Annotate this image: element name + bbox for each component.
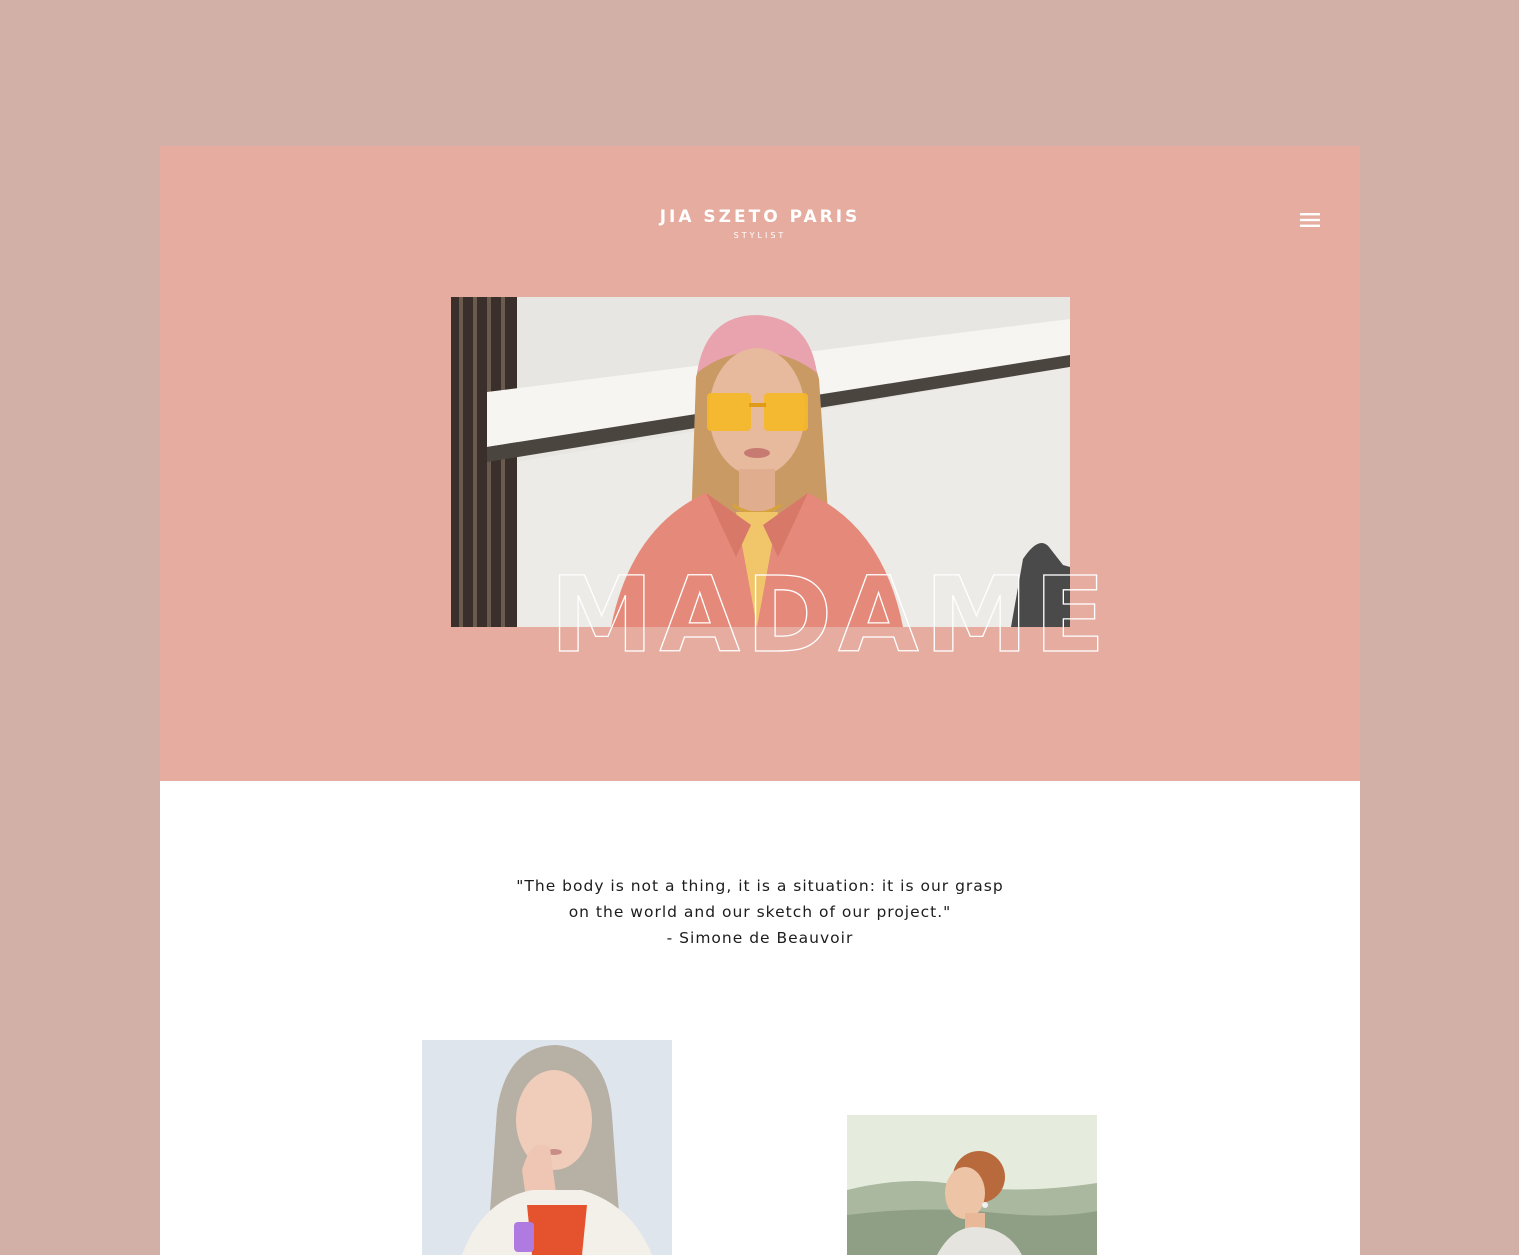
brand-tagline: STYLIST	[733, 231, 787, 240]
hamburger-menu-icon	[1300, 213, 1320, 227]
quote-attribution: - Simone de Beauvoir	[666, 929, 854, 947]
site-logo[interactable]: JIA SZETO PARIS STYLIST	[160, 206, 1360, 242]
menu-button[interactable]	[1298, 210, 1322, 230]
quote-line-2: on the world and our sketch of our proje…	[568, 903, 952, 921]
gallery-photo-2[interactable]	[847, 1115, 1097, 1255]
gallery-photo-1[interactable]	[422, 1040, 672, 1255]
hero-headline: MADAME	[549, 551, 1110, 676]
hero-headline-text: MADAME	[550, 554, 1111, 676]
page-frame: JIA SZETO PARIS STYLIST MADAME "The body…	[160, 146, 1360, 1255]
quote-block: "The body is not a thing, it is a situat…	[160, 873, 1360, 951]
brand-name: JIA SZETO PARIS	[659, 207, 861, 227]
quote-line-1: "The body is not a thing, it is a situat…	[516, 877, 1004, 895]
hero-section: JIA SZETO PARIS STYLIST MADAME	[160, 146, 1360, 781]
